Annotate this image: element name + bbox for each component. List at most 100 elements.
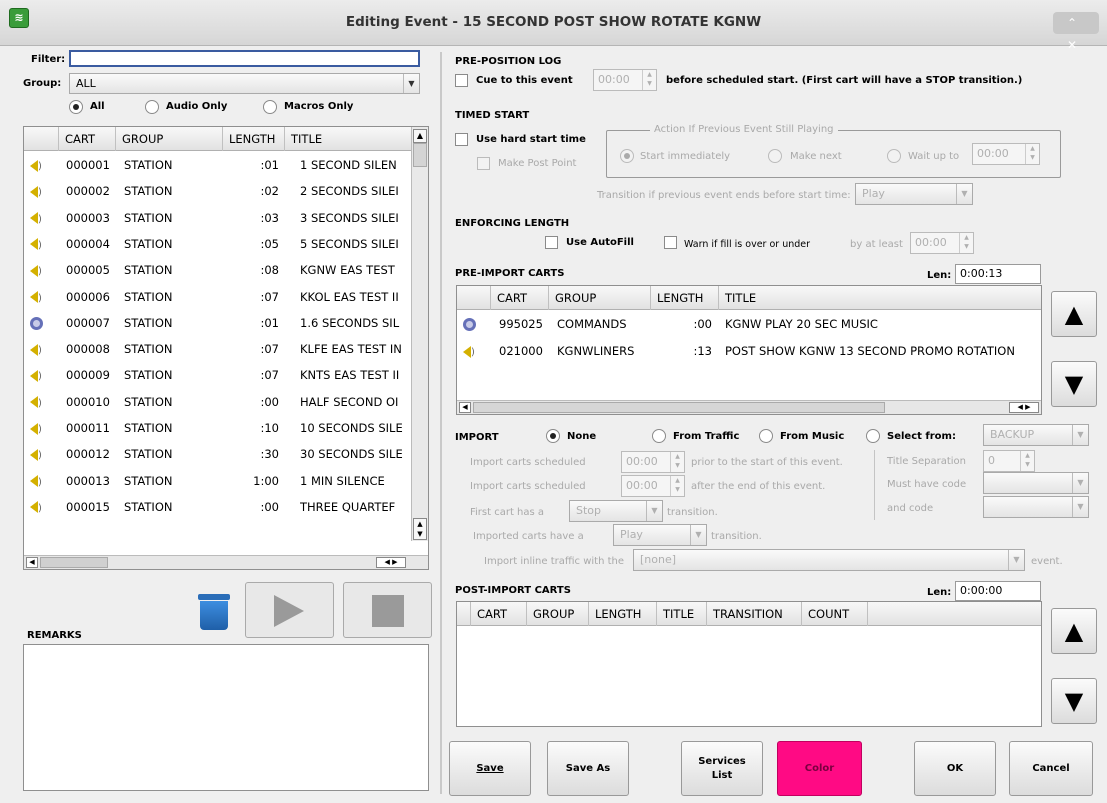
radio-import-none[interactable] [546,429,560,443]
col-title[interactable]: TITLE [285,127,410,151]
horizontal-scrollbar[interactable]: ◀ ◀ ▶ [457,400,1041,414]
table-row[interactable]: ) 000015 STATION:00 THREE QUARTEF [24,494,428,520]
radio-from-traffic[interactable] [652,429,666,443]
table-row[interactable]: ) 000011 STATION:10 10 SECONDS SILE [24,415,428,441]
col-length[interactable]: LENGTH [651,286,719,310]
col-cart[interactable]: CART [59,127,116,151]
import-time2-spinner[interactable]: 00:00 ▲ ▼ [621,475,685,497]
post-len-label: Len: [927,587,952,598]
hscroll-thumb[interactable] [473,402,885,413]
table-row[interactable]: ) 000006 STATION:07 KKOL EAS TEST II [24,284,428,310]
vertical-scrollbar[interactable]: ▲ ▲ ▼ [411,127,428,541]
col-title[interactable]: TITLE [657,602,707,626]
col-length[interactable]: LENGTH [589,602,657,626]
group-cell: STATION [124,342,173,357]
radio-all[interactable] [69,100,83,114]
pre-len-label: Len: [927,270,952,281]
cart-cell: 000010 [66,394,110,409]
col-group[interactable]: GROUP [549,286,651,310]
stop-button[interactable] [343,582,432,638]
table-row[interactable]: ) 000003 STATION:03 3 SECONDS SILEI [24,205,428,231]
table-row[interactable]: ) 000002 STATION:02 2 SECONDS SILEI [24,178,428,204]
col-length[interactable]: LENGTH [223,127,285,151]
first-cart-select[interactable]: Stop ▼ [569,500,663,522]
col-transition[interactable]: TRANSITION [707,602,802,626]
scroll-updown-icon[interactable]: ▲ ▼ [413,518,427,540]
ok-button[interactable]: OK [914,741,996,796]
pre-move-up-button[interactable]: ▲ [1051,291,1097,337]
preimport-table[interactable]: CART GROUP LENGTH TITLE 995025 COMMANDS:0… [456,285,1042,415]
import-time1-spinner[interactable]: 00:00 ▲ ▼ [621,451,685,473]
inline-select[interactable]: [none] ▼ [633,549,1025,571]
col-group[interactable]: GROUP [527,602,589,626]
imported-select[interactable]: Play ▼ [613,524,707,546]
col-count[interactable]: COUNT [802,602,868,626]
post-move-down-button[interactable]: ▼ [1051,678,1097,724]
wait-time-spinner[interactable]: 00:00 ▲ ▼ [972,143,1040,165]
scroll-leftright-icon[interactable]: ◀ ▶ [376,557,406,568]
table-row[interactable]: ) 000009 STATION:07 KNTS EAS TEST II [24,362,428,388]
postimport-table[interactable]: CART GROUP LENGTH TITLE TRANSITION COUNT [456,601,1042,727]
radio-select-from[interactable] [866,429,880,443]
cue-checkbox[interactable] [455,74,468,87]
transition-select[interactable]: Play ▼ [855,183,973,205]
table-row[interactable]: ) 000010 STATION:00 HALF SECOND OI [24,389,428,415]
radio-macros-only[interactable] [263,100,277,114]
table-row[interactable]: ) 021000 KGNWLINERS:13 POST SHOW KGNW 13 SE… [457,338,1041,364]
table-row[interactable]: ) 000008 STATION:07 KLFE EAS TEST IN [24,336,428,362]
col-cart[interactable]: CART [471,602,527,626]
cart-library-table[interactable]: CART GROUP LENGTH TITLE ) 000001 STATION:0… [23,126,429,570]
col-cart[interactable]: CART [491,286,549,310]
table-row[interactable]: ) 000012 STATION:30 30 SECONDS SILE [24,441,428,467]
post-move-up-button[interactable]: ▲ [1051,608,1097,654]
radio-start-immediately[interactable] [620,149,634,163]
hscroll-thumb[interactable] [40,557,108,568]
color-button[interactable]: Color [777,741,862,796]
autofill-checkbox[interactable] [545,236,558,249]
table-row[interactable]: ) 000005 STATION:08 KGNW EAS TEST [24,257,428,283]
chevron-down-icon: ▼ [1072,473,1088,493]
title-bar: ≋ Editing Event - 15 SECOND POST SHOW RO… [0,0,1107,52]
window-controls[interactable]: ⌃ ✕ [1053,12,1099,52]
warn-checkbox[interactable] [664,236,677,249]
post-len-field[interactable]: 0:00:00 [955,581,1041,601]
scroll-left-icon[interactable]: ◀ [26,557,38,568]
post-point-checkbox[interactable] [477,157,490,170]
pre-len-field[interactable]: 0:00:13 [955,264,1041,284]
and-code-select[interactable]: ▼ [983,496,1089,518]
filter-input[interactable] [69,50,420,67]
table-row[interactable]: ) 000001 STATION:01 1 SECOND SILEN [24,152,428,178]
horizontal-scrollbar[interactable]: ◀ ◀ ▶ [24,555,428,569]
scroll-thumb[interactable] [413,143,427,167]
table-row[interactable]: ) 000004 STATION:05 5 SECONDS SILEI [24,231,428,257]
radio-wait-up-to[interactable] [887,149,901,163]
scroll-up-icon[interactable]: ▲ [413,129,427,143]
remarks-textarea[interactable] [23,644,429,791]
col-title[interactable]: TITLE [719,286,1041,310]
table-row[interactable]: 000007 STATION:01 1.6 SECONDS SIL [24,310,428,336]
scroll-leftright-icon[interactable]: ◀ ▶ [1009,402,1039,413]
save-as-button[interactable]: Save As [547,741,629,796]
length-cell: :00 [260,499,279,514]
col-group[interactable]: GROUP [116,127,223,151]
radio-from-music[interactable] [759,429,773,443]
pre-move-down-button[interactable]: ▼ [1051,361,1097,407]
services-list-button[interactable]: Services List [681,741,763,796]
scroll-left-icon[interactable]: ◀ [459,402,471,413]
table-row[interactable]: 995025 COMMANDS:00 KGNW PLAY 20 SEC MUSIC [457,311,1041,337]
by-time-spinner[interactable]: 00:00 ▲ ▼ [910,232,974,254]
cancel-button[interactable]: Cancel [1009,741,1093,796]
play-button[interactable] [245,582,334,638]
radio-make-next[interactable] [768,149,782,163]
cue-time-spinner[interactable]: 00:00 ▲ ▼ [593,69,657,91]
hard-start-checkbox[interactable] [455,133,468,146]
group-select[interactable]: ALL ▼ [69,73,420,94]
trash-can-icon[interactable] [198,594,230,630]
radio-audio-only[interactable] [145,100,159,114]
select-from-dropdown[interactable]: BACKUP ▼ [983,424,1089,446]
speaker-icon: ) [30,415,42,443]
table-row[interactable]: ) 000013 STATION 1:00 1 MIN SILENCE [24,468,428,494]
save-button[interactable]: Save [449,741,531,796]
must-have-select[interactable]: ▼ [983,472,1089,494]
title-sep-spinner[interactable]: 0 ▲ ▼ [983,450,1035,472]
